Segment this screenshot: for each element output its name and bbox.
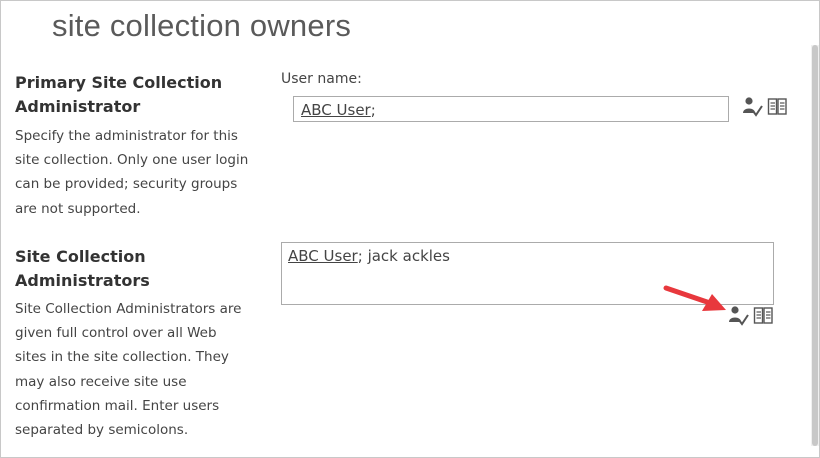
scrollbar-thumb[interactable] [812,45,818,446]
desc-line: are not supported. [15,200,141,217]
primary-admin-heading-line1: Primary Site Collection [15,73,223,92]
admins-heading-line2: Administrators [15,271,150,290]
desc-line: sites in the site collection. They [15,349,229,366]
page-title: site collection owners [52,8,352,43]
desc-line: site collection. Only one user login [15,152,249,169]
desc-line: can be provided; security groups [15,176,238,193]
check-names-icon[interactable] [728,305,750,331]
desc-line: Specify the administrator for this [15,128,238,144]
desc-line: given full control over all Web [15,325,217,342]
resolved-user-entity[interactable]: ABC User [288,247,358,265]
vertical-scrollbar[interactable] [811,45,819,446]
admins-heading-line1: Site Collection [15,247,146,266]
desc-line: may also receive site use [15,373,187,390]
annotation-arrow-icon [662,283,730,321]
resolved-user-entity[interactable]: ABC User [301,101,371,119]
site-collection-admins-heading: Site Collection Administrators [15,245,265,293]
site-collection-admins-description: Site Collection Administrators are given… [15,297,275,442]
desc-line: confirmation mail. Enter users [15,397,220,414]
check-names-icon[interactable] [742,96,764,122]
unresolved-user-text: jack ackles [362,247,450,265]
user-name-label: User name: [281,71,362,87]
separator-text: ; [370,101,376,119]
desc-line: Site Collection Administrators are [15,301,242,317]
desc-line: separated by semicolons. [15,422,189,439]
address-book-icon[interactable] [767,97,789,121]
primary-admin-description: Specify the administrator for this site … [15,124,275,221]
primary-admin-heading-line2: Administrator [15,97,141,116]
address-book-icon[interactable] [753,306,775,330]
primary-admin-people-picker[interactable]: ABC User; [293,96,729,122]
primary-admin-heading: Primary Site Collection Administrator [15,71,265,119]
